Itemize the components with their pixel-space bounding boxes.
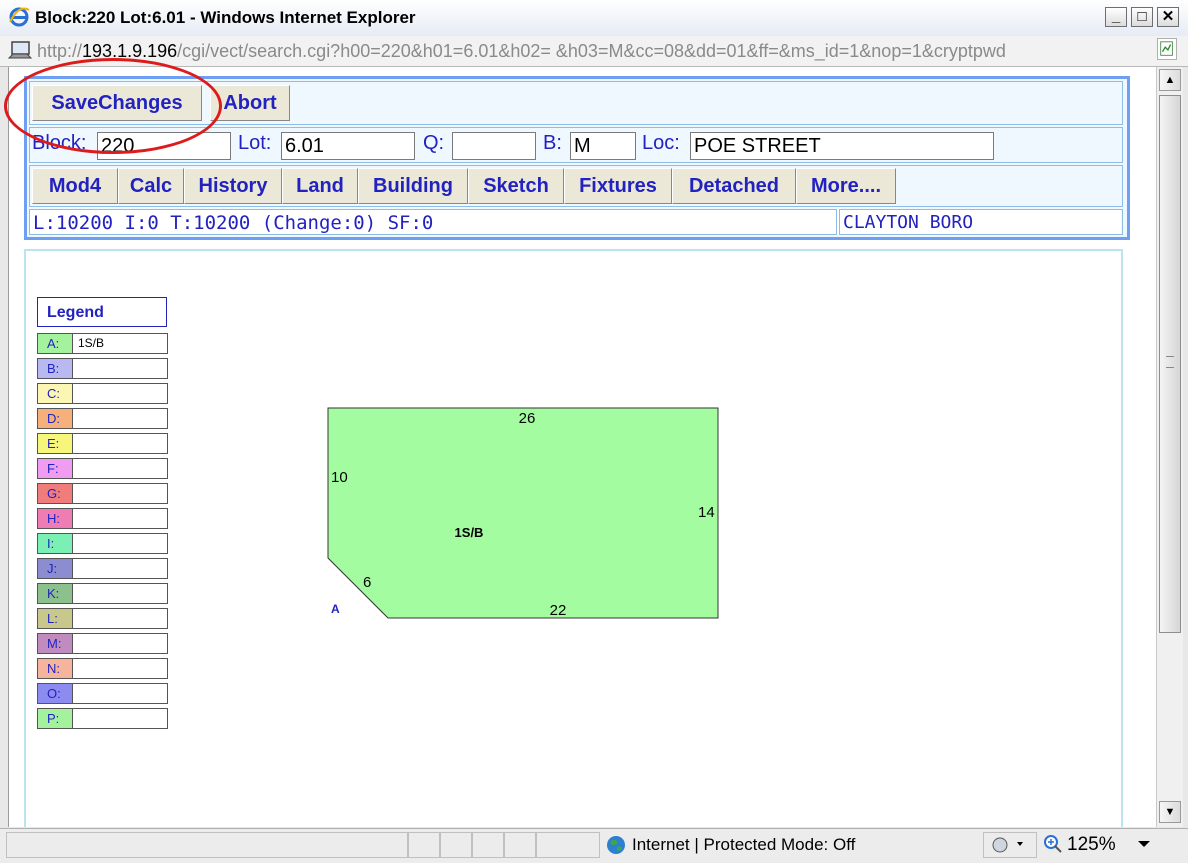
dim-right: 14 xyxy=(698,504,715,521)
dim-diagonal: 6 xyxy=(363,574,371,591)
legend-row: J: xyxy=(37,558,168,579)
nav-sketch[interactable]: Sketch xyxy=(468,168,564,204)
legend-row: D: xyxy=(37,408,168,429)
legend-key: K: xyxy=(38,584,73,603)
globe-icon xyxy=(607,836,625,854)
legend-row: L: xyxy=(37,608,168,629)
legend-key: J: xyxy=(38,559,73,578)
area-label: 1S/B xyxy=(455,525,484,540)
sketch-area-a[interactable] xyxy=(327,407,719,619)
status-bar: Internet | Protected Mode: Off 125% xyxy=(0,828,1188,863)
window-title: Block:220 Lot:6.01 - Windows Internet Ex… xyxy=(35,8,416,27)
zoom-dropdown-icon[interactable] xyxy=(1138,839,1150,849)
page-icon xyxy=(7,41,33,59)
legend-key: N: xyxy=(38,659,73,678)
legend-row: E: xyxy=(37,433,168,454)
legend-key: O: xyxy=(38,684,73,703)
legend-value: 1S/B xyxy=(78,336,105,350)
status-segment xyxy=(408,832,440,858)
b-label: B: xyxy=(543,132,562,154)
close-button[interactable]: ✕ xyxy=(1157,7,1179,27)
url-path: /cgi/vect/search.cgi?h00=220&h01=6.01&h0… xyxy=(177,41,1006,61)
qualifier-field[interactable] xyxy=(452,132,536,160)
page-viewport: SaveChanges Abort Block: 220 Lot: 6.01 Q… xyxy=(8,67,1157,827)
corner-label: A xyxy=(331,602,340,616)
legend-row: O: xyxy=(37,683,168,704)
summary-row: L:10200 I:0 T:10200 (Change:0) SF:0 CLAY… xyxy=(29,209,1123,235)
nav-row: Mod4 Calc History Land Building Sketch F… xyxy=(29,165,1123,207)
zoom-icon xyxy=(1044,835,1062,853)
status-segment xyxy=(440,832,472,858)
value-summary-box: L:10200 I:0 T:10200 (Change:0) SF:0 xyxy=(29,209,837,235)
location-label: Loc: xyxy=(642,132,680,154)
scroll-up-icon[interactable]: ▲ xyxy=(1159,69,1181,91)
legend-key: E: xyxy=(38,434,73,453)
status-text-segment xyxy=(6,832,408,858)
legend-key: A: xyxy=(38,334,73,353)
lot-field[interactable]: 6.01 xyxy=(281,132,415,160)
nav-detached[interactable]: Detached xyxy=(672,168,796,204)
legend-key: M: xyxy=(38,634,73,653)
municipality: CLAYTON BORO xyxy=(843,212,974,233)
b-field[interactable]: M xyxy=(570,132,636,160)
status-segment xyxy=(472,832,504,858)
dim-top: 26 xyxy=(519,410,536,427)
url-field[interactable]: http://193.1.9.196/cgi/vect/search.cgi?h… xyxy=(37,40,1151,62)
nav-calc[interactable]: Calc xyxy=(118,168,184,204)
legend-row: G: xyxy=(37,483,168,504)
legend-key: C: xyxy=(38,384,73,403)
legend-key: H: xyxy=(38,509,73,528)
vertical-scrollbar[interactable]: ▲ ▼ xyxy=(1156,67,1183,827)
nav-history[interactable]: History xyxy=(184,168,282,204)
legend-row: B: xyxy=(37,358,168,379)
legend-key: L: xyxy=(38,609,73,628)
nav-more[interactable]: More.... xyxy=(796,168,896,204)
legend-key: B: xyxy=(38,359,73,378)
legend-row: P: xyxy=(37,708,168,729)
minimize-button[interactable]: _ xyxy=(1105,7,1127,27)
grip-icon xyxy=(1166,356,1174,368)
legend-key: F: xyxy=(38,459,73,478)
abort-button[interactable]: Abort xyxy=(210,85,290,121)
zoom-level[interactable]: 125% xyxy=(1067,832,1187,858)
compatibility-view-icon[interactable] xyxy=(1157,38,1177,60)
legend-row: A: 1S/B xyxy=(37,333,168,354)
legend-key: G: xyxy=(38,484,73,503)
legend-row: C: xyxy=(37,383,168,404)
location-field[interactable]: POE STREET xyxy=(690,132,994,160)
legend-row: F: xyxy=(37,458,168,479)
url-prefix: http:// xyxy=(37,41,83,61)
dim-left: 10 xyxy=(331,469,348,486)
legend-row: M: xyxy=(37,633,168,654)
lot-label: Lot: xyxy=(238,132,272,154)
ie-logo-icon xyxy=(9,7,30,27)
legend-row: N: xyxy=(37,658,168,679)
maximize-button[interactable]: □ xyxy=(1131,7,1153,27)
legend-key: I: xyxy=(38,534,73,553)
municipality-box: CLAYTON BORO xyxy=(839,209,1123,235)
title-bar: Block:220 Lot:6.01 - Windows Internet Ex… xyxy=(0,0,1188,37)
legend-title: Legend xyxy=(37,297,167,327)
value-summary: L:10200 I:0 T:10200 (Change:0) SF:0 xyxy=(33,212,434,234)
legend-row: I: xyxy=(37,533,168,554)
legend-row: K: xyxy=(37,583,168,604)
legend-key: D: xyxy=(38,409,73,428)
security-zone[interactable]: Internet | Protected Mode: Off xyxy=(632,832,1012,858)
status-segment xyxy=(504,832,536,858)
address-bar: http://193.1.9.196/cgi/vect/search.cgi?h… xyxy=(0,36,1188,67)
legend-row: H: xyxy=(37,508,168,529)
scroll-down-icon[interactable]: ▼ xyxy=(1159,801,1181,823)
nav-land[interactable]: Land xyxy=(282,168,358,204)
dim-bottom: 22 xyxy=(550,602,567,619)
nav-fixtures[interactable]: Fixtures xyxy=(564,168,672,204)
highlight-circle xyxy=(4,58,222,154)
nav-building[interactable]: Building xyxy=(358,168,468,204)
building-sketch[interactable]: 26 10 14 6 22 1S/B A xyxy=(309,397,729,627)
qualifier-label: Q: xyxy=(423,132,445,154)
scroll-thumb[interactable] xyxy=(1159,95,1181,633)
tools-icon[interactable] xyxy=(990,835,1030,855)
legend-key: P: xyxy=(38,709,73,728)
status-segment xyxy=(536,832,600,858)
nav-mod4[interactable]: Mod4 xyxy=(32,168,118,204)
